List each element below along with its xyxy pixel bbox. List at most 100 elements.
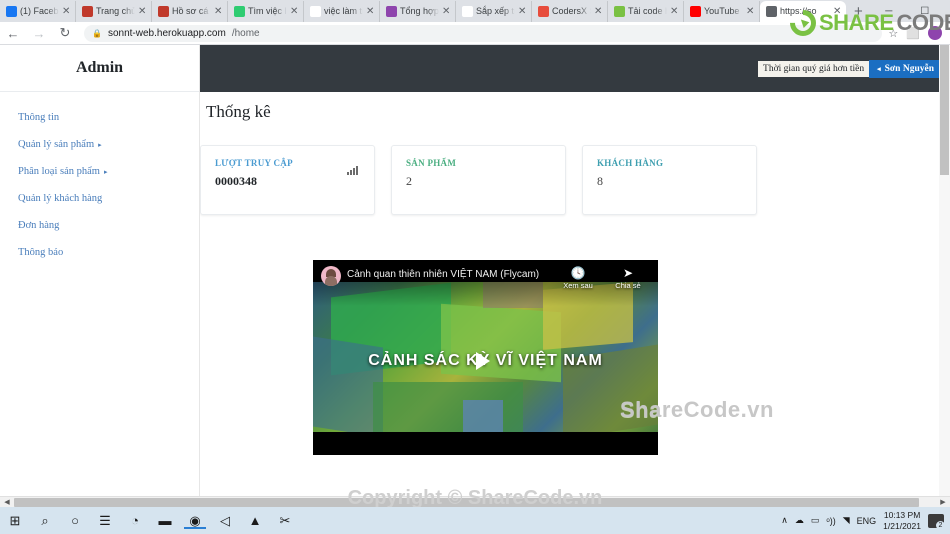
- browser-tab[interactable]: YouTube ✕: [684, 1, 760, 22]
- tab-close-button[interactable]: ✕: [138, 6, 147, 17]
- sidebar-item-1[interactable]: Thông tin: [0, 104, 199, 131]
- sidebar-item-4[interactable]: Quản lý khách hàng: [0, 185, 199, 212]
- video-title[interactable]: Cảnh quan thiên nhiên VIỆT NAM (Flycam): [347, 266, 550, 280]
- tab-close-button[interactable]: ✕: [518, 6, 527, 17]
- vertical-scrollbar-thumb[interactable]: [940, 45, 949, 175]
- tab-title: Tải code h: [628, 6, 667, 16]
- stat-card: LƯỢT TRUY CẬP 0000348: [200, 145, 375, 215]
- sidebar-item-label: Phân loại sản phẩm: [18, 166, 100, 177]
- notification-count: 2: [936, 520, 945, 530]
- tab-title: việc làm th: [324, 6, 363, 16]
- greeting-text: Thời gian quý giá hơn tiền: [758, 60, 870, 77]
- play-icon[interactable]: [476, 352, 490, 370]
- reload-button[interactable]: ↻: [52, 25, 78, 41]
- admin-header: Thời gian quý giá hơn tiền ◂ Sơn Nguyễn: [200, 45, 950, 92]
- sidebar-item-2[interactable]: Quản lý sản phẩm ▸: [0, 131, 199, 158]
- address-bar[interactable]: 🔒 sonnt-web.herokuapp.com /home: [84, 24, 883, 42]
- sidebar-item-label: Quản lý khách hàng: [18, 193, 103, 204]
- tab-close-button[interactable]: ✕: [366, 6, 375, 17]
- facebook-icon: [6, 6, 17, 17]
- user-menu-button[interactable]: ◂ Sơn Nguyễn: [869, 59, 942, 78]
- logo-share-text: SHARE: [819, 10, 894, 35]
- stat-card-list: LƯỢT TRUY CẬP 0000348 SẢN PHẨM 2 KHÁCH HÀNG 8: [200, 122, 950, 215]
- browser-tab[interactable]: Hồ sơ cá nhân✕: [152, 1, 228, 22]
- tab-close-button[interactable]: ✕: [594, 6, 603, 17]
- browser-tab[interactable]: Trang chủ ✕: [76, 1, 152, 22]
- sidebar-item-label: Thông tin: [18, 112, 60, 123]
- clock-time: 10:13 PM: [883, 509, 921, 520]
- sharecode-ring-icon: [784, 4, 822, 42]
- sidebar-item-5[interactable]: Đơn hàng: [0, 212, 199, 239]
- tab-title: Trang chủ: [96, 6, 135, 16]
- forward-button[interactable]: →: [26, 26, 52, 41]
- sharecode-logo: SHARE CODE .vn: [784, 4, 950, 42]
- wikipedia-icon: [462, 6, 473, 17]
- browser-tab[interactable]: Tìm việc làm✕: [228, 1, 304, 22]
- vscode-icon[interactable]: ◁: [210, 513, 240, 529]
- start-icon[interactable]: ⊞: [0, 513, 30, 529]
- share-label: Chia sẻ: [615, 281, 641, 290]
- web-page: Admin Thông tin Quản lý sản phẩm ▸ Phân loạ…: [0, 45, 950, 507]
- onedrive-icon[interactable]: ☁: [795, 515, 804, 526]
- url-path: /home: [231, 27, 260, 39]
- back-button[interactable]: ←: [0, 26, 26, 41]
- tab-close-button[interactable]: ✕: [746, 6, 755, 17]
- stat-card-value: 8: [597, 174, 603, 188]
- youtube-embed[interactable]: Cảnh quan thiên nhiên VIỆT NAM (Flycam) …: [313, 260, 658, 455]
- browser-tab[interactable]: Sắp xếp tr ✕: [456, 1, 532, 22]
- youtube-icon: [690, 6, 701, 17]
- clock[interactable]: 10:13 PM 1/21/2021: [883, 510, 921, 532]
- screen: (1) Facebook✕Trang chủ✕Hồ sơ cá nhân✕Tìm…: [0, 0, 950, 534]
- cortana-icon[interactable]: ○: [60, 513, 90, 528]
- volume-icon[interactable]: ᵒ)): [826, 516, 835, 526]
- channel-avatar[interactable]: [321, 266, 341, 286]
- tab-close-button[interactable]: ✕: [670, 6, 679, 17]
- system-tray: ∧ ☁ ▭ ᵒ)) ◥ ENG 10:13 PM 1/21/2021 2: [781, 510, 950, 532]
- stat-card-label: KHÁCH HÀNG: [597, 158, 664, 168]
- browser-tab[interactable]: Tổng hợp ✕: [380, 1, 456, 22]
- sidebar-item-6[interactable]: Thông báo: [0, 239, 199, 266]
- battery-icon[interactable]: ▭: [811, 515, 820, 526]
- sidebar-item-label: Quản lý sản phẩm: [18, 139, 95, 150]
- chrome-icon[interactable]: ◉: [180, 513, 210, 529]
- windows-taskbar: ⊞ ⌕ ○ ☰ ◔ ▬ ◉ ◁ ▲ ✂ ∧ ☁ ▭ ᵒ)) ◥ ENG 10:13 PM 1/21…: [0, 507, 950, 534]
- youtube-overlay-bar: Cảnh quan thiên nhiên VIỆT NAM (Flycam) …: [313, 260, 658, 306]
- search-icon[interactable]: ⌕: [30, 513, 60, 529]
- at-icon: [386, 6, 397, 17]
- page-title: Thống kê: [206, 102, 271, 121]
- notification-center-icon[interactable]: 2: [928, 513, 945, 530]
- sidebar-nav: Thông tin Quản lý sản phẩm ▸ Phân loại sản …: [0, 92, 199, 266]
- tab-close-button[interactable]: ✕: [62, 6, 71, 17]
- chevron-right-icon: ▸: [103, 167, 108, 176]
- jobs-icon: [234, 6, 245, 17]
- browser-tab[interactable]: việc làm th ✕: [304, 1, 380, 22]
- wifi-icon[interactable]: ◥: [843, 515, 850, 526]
- sharecode-icon: [614, 6, 625, 17]
- lock-icon: 🔒: [92, 28, 102, 38]
- stat-card-value: 2: [406, 174, 412, 188]
- signal-bars-icon: [347, 166, 358, 175]
- mongodb-icon[interactable]: ▲: [240, 513, 270, 528]
- stat-card: SẢN PHẨM 2: [391, 145, 566, 215]
- browser-tab[interactable]: Tải code h ✕: [608, 1, 684, 22]
- browser-tab[interactable]: (1) Facebook✕: [0, 1, 76, 22]
- tab-close-button[interactable]: ✕: [442, 6, 451, 17]
- language-indicator[interactable]: ENG: [857, 516, 877, 526]
- snipping-tool-icon[interactable]: ✂: [270, 513, 300, 529]
- tab-title: (1) Facebook: [20, 6, 59, 16]
- file-explorer-icon[interactable]: ▬: [150, 513, 180, 528]
- share-button[interactable]: ➤ Chia sẻ: [606, 266, 650, 290]
- tab-close-button[interactable]: ✕: [290, 6, 299, 17]
- tab-close-button[interactable]: ✕: [214, 6, 223, 17]
- globe-icon: [766, 6, 777, 17]
- watch-later-button[interactable]: 🕓 Xem sau: [556, 266, 600, 290]
- edge-icon[interactable]: ◔: [120, 513, 150, 528]
- google-icon: [310, 6, 321, 17]
- clock-date: 1/21/2021: [883, 520, 921, 531]
- browser-tab[interactable]: CodersX S✕: [532, 1, 608, 22]
- sidebar-item-3[interactable]: Phân loại sản phẩm ▸: [0, 158, 199, 185]
- show-hidden-icons-icon[interactable]: ∧: [781, 515, 788, 526]
- logo-code-text: CODE: [896, 10, 950, 35]
- task-view-icon[interactable]: ☰: [90, 513, 120, 529]
- vertical-scrollbar[interactable]: [939, 45, 950, 496]
